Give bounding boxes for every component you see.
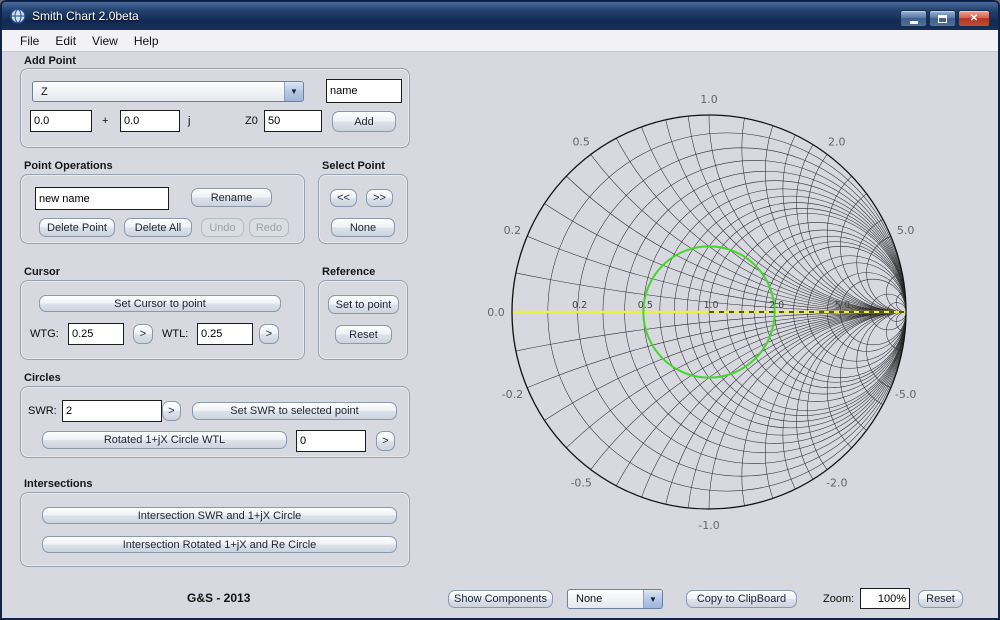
svg-text:0.2: 0.2 <box>504 224 522 237</box>
reference-title: Reference <box>322 266 376 278</box>
delete-point-button[interactable]: Delete Point <box>39 218 115 237</box>
rotation-wtl-input[interactable] <box>296 430 366 452</box>
point-operations-title: Point Operations <box>24 160 113 172</box>
swr-apply-button[interactable]: > <box>162 401 181 421</box>
maximize-button[interactable] <box>929 10 956 27</box>
set-swr-to-selected-point-button[interactable]: Set SWR to selected point <box>192 402 397 420</box>
set-reference-button[interactable]: Set to point <box>328 295 399 314</box>
undo-button[interactable]: Undo <box>201 218 244 237</box>
close-button[interactable]: ✕ <box>958 10 990 27</box>
add-button[interactable]: Add <box>332 111 396 132</box>
menu-edit[interactable]: Edit <box>47 32 84 50</box>
minimize-button[interactable] <box>900 10 927 27</box>
delete-all-button[interactable]: Delete All <box>124 218 192 237</box>
window-title: Smith Chart 2.0beta <box>32 9 139 23</box>
swr-label: SWR: <box>28 405 57 417</box>
wtg-label: WTG: <box>30 328 59 340</box>
svg-text:-2.0: -2.0 <box>826 476 847 489</box>
intersections-group <box>20 492 410 567</box>
z0-label: Z0 <box>245 115 258 127</box>
intersection-swr-1jx-button[interactable]: Intersection SWR and 1+jX Circle <box>42 507 397 524</box>
reset-reference-button[interactable]: Reset <box>335 325 392 344</box>
j-label: j <box>188 115 191 127</box>
svg-text:1.0: 1.0 <box>703 300 718 311</box>
add-point-title: Add Point <box>24 55 76 67</box>
plus-label: + <box>102 115 109 127</box>
svg-text:2.0: 2.0 <box>769 300 784 311</box>
svg-text:0.5: 0.5 <box>572 136 590 149</box>
set-cursor-to-point-button[interactable]: Set Cursor to point <box>39 295 281 312</box>
app-window: Smith Chart 2.0beta ✕ File Edit View Hel… <box>0 0 1000 620</box>
point-type-combobox[interactable]: Z ▼ <box>32 81 304 102</box>
rename-button[interactable]: Rename <box>191 188 272 207</box>
menu-help[interactable]: Help <box>126 32 167 50</box>
svg-text:0.0: 0.0 <box>487 306 505 319</box>
svg-text:-5.0: -5.0 <box>895 388 916 401</box>
maximize-icon <box>938 14 947 23</box>
svg-text:5.0: 5.0 <box>835 300 850 311</box>
menu-view[interactable]: View <box>84 32 126 50</box>
wtg-input[interactable] <box>68 323 124 345</box>
imag-part-input[interactable] <box>120 110 180 132</box>
svg-text:5.0: 5.0 <box>897 224 915 237</box>
z0-input[interactable] <box>264 110 322 132</box>
point-type-value: Z <box>41 85 48 98</box>
none-button[interactable]: None <box>331 218 395 237</box>
intersection-rotated-re-button[interactable]: Intersection Rotated 1+jX and Re Circle <box>42 536 397 553</box>
rotation-apply-button[interactable]: > <box>376 431 395 451</box>
svg-text:-0.5: -0.5 <box>570 476 591 489</box>
wtl-input[interactable] <box>197 323 253 345</box>
cursor-title: Cursor <box>24 266 61 278</box>
prev-point-button[interactable]: << <box>330 189 357 207</box>
select-point-title: Select Point <box>322 160 385 172</box>
minimize-icon <box>909 21 918 24</box>
smith-chart[interactable]: 1.0 0.5 2.0 0.2 5.0 0.0 -0.2 -5.0 -0.5 -2.0 -1.0 0.… <box>432 52 1000 597</box>
next-point-button[interactable]: >> <box>366 189 393 207</box>
real-part-input[interactable] <box>30 110 92 132</box>
app-icon <box>10 8 26 24</box>
rotated-circle-wtl-button[interactable]: Rotated 1+jX Circle WTL <box>42 431 287 449</box>
swr-input[interactable] <box>62 400 162 422</box>
wtl-apply-button[interactable]: > <box>259 324 279 344</box>
circles-title: Circles <box>24 372 61 384</box>
svg-text:0.2: 0.2 <box>572 300 587 311</box>
svg-text:-1.0: -1.0 <box>698 519 719 532</box>
credit-label: G&S - 2013 <box>187 591 251 605</box>
svg-text:1.0: 1.0 <box>700 93 718 106</box>
svg-text:-0.2: -0.2 <box>502 388 523 401</box>
svg-text:0.5: 0.5 <box>638 300 653 311</box>
menu-file[interactable]: File <box>12 32 47 50</box>
reference-group <box>318 280 408 360</box>
redo-button[interactable]: Redo <box>249 218 289 237</box>
svg-text:2.0: 2.0 <box>828 136 846 149</box>
chevron-down-icon: ▼ <box>284 82 303 101</box>
wtg-apply-button[interactable]: > <box>133 324 153 344</box>
wtl-label: WTL: <box>162 328 189 340</box>
intersections-title: Intersections <box>24 478 93 490</box>
cursor-group <box>20 280 305 360</box>
rename-input[interactable] <box>35 187 169 210</box>
menu-bar: File Edit View Help <box>2 30 998 52</box>
point-name-input[interactable] <box>326 79 402 103</box>
titlebar: Smith Chart 2.0beta ✕ <box>2 2 998 30</box>
